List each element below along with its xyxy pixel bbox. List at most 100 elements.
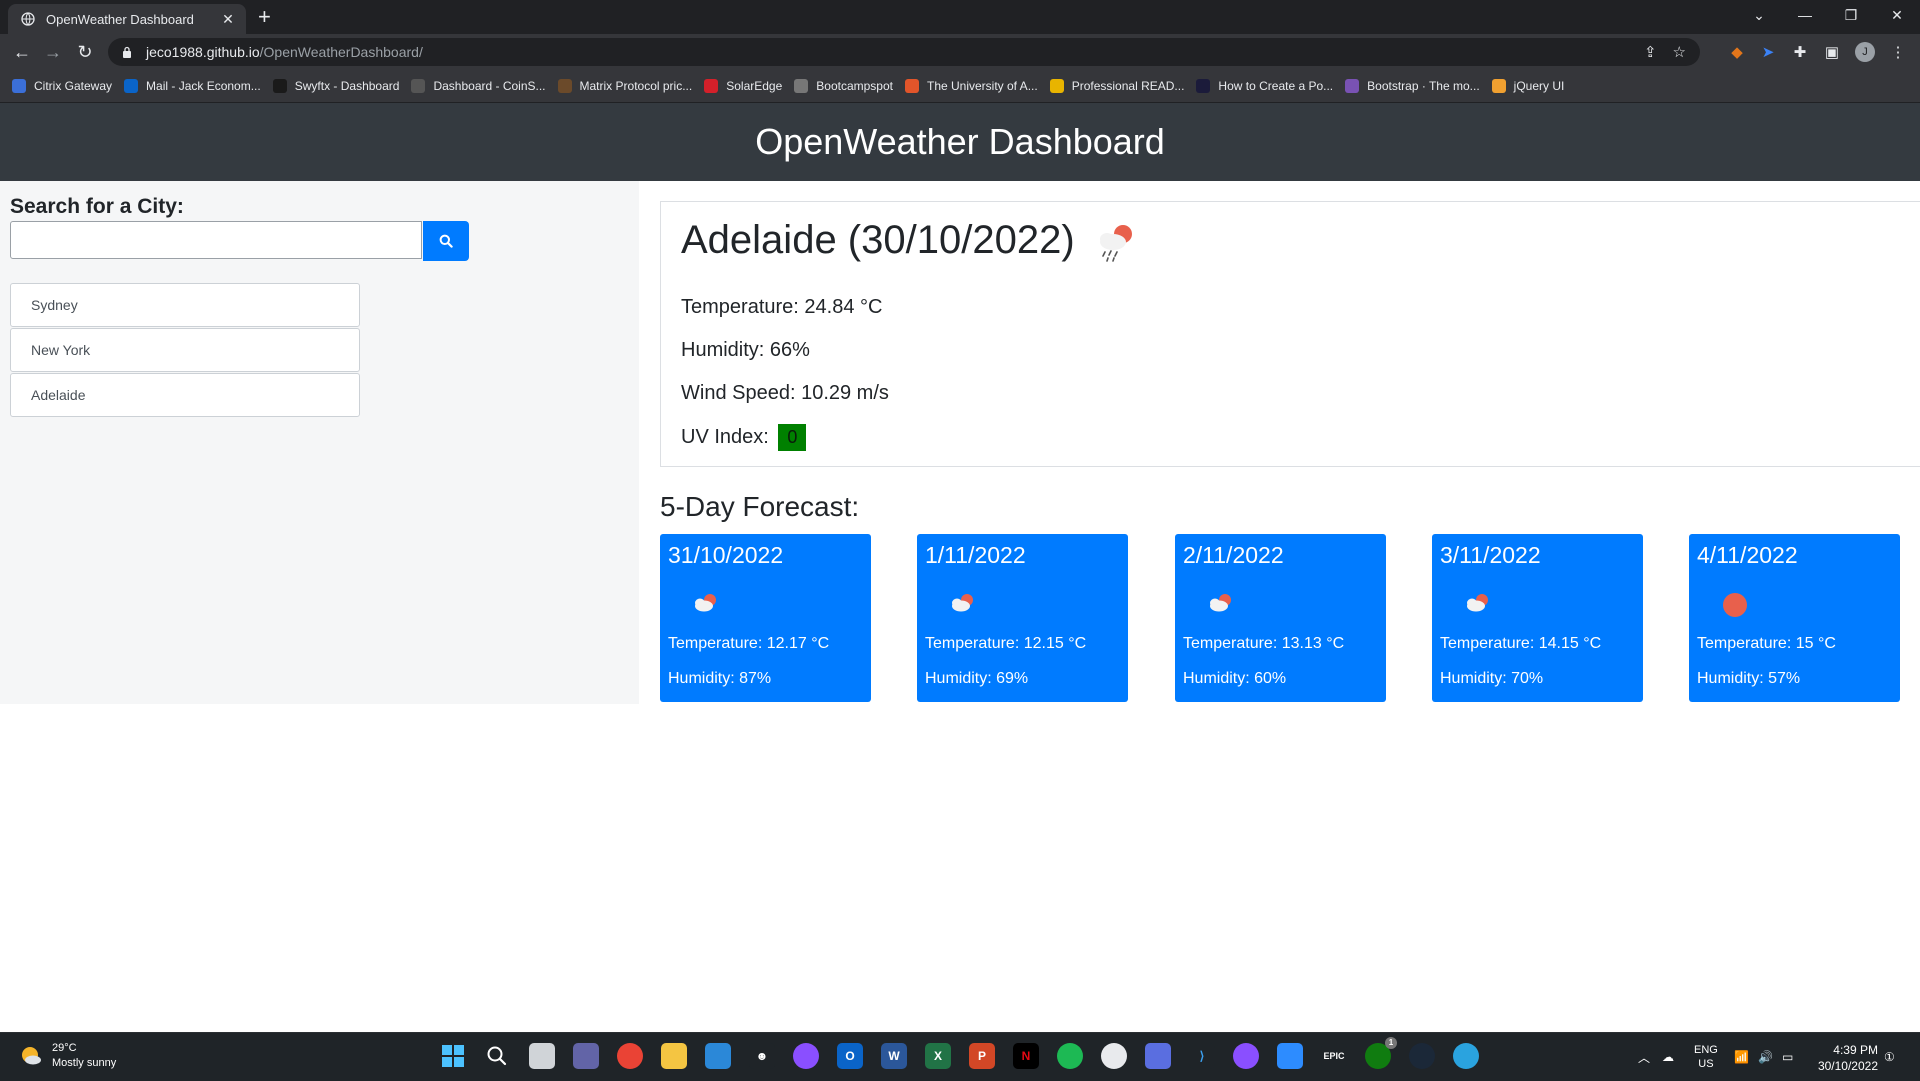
xbox-icon[interactable]: 1 — [1365, 1037, 1397, 1069]
taskbar-clock[interactable]: 4:39 PM 30/10/2022 — [1818, 1042, 1878, 1074]
zoom-icon[interactable] — [1277, 1043, 1303, 1069]
file-explorer-icon[interactable] — [661, 1043, 687, 1069]
spotify-icon[interactable] — [1057, 1043, 1083, 1069]
bookmark-item[interactable]: Dashboard - CoinS... — [411, 79, 546, 93]
extensions-puzzle-icon[interactable]: ✚ — [1790, 42, 1810, 62]
onedrive-icon[interactable]: ☁ — [1662, 1033, 1674, 1081]
current-wind-speed: Wind Speed: 10.29 m/s — [681, 382, 889, 404]
minimize-button[interactable]: — — [1782, 0, 1828, 30]
browser-menu-icon[interactable]: ⋮ — [1888, 42, 1908, 62]
bookmark-item[interactable]: The University of A... — [904, 79, 1038, 93]
bookmark-favicon-icon — [1491, 79, 1506, 93]
bookmark-favicon-icon — [272, 79, 287, 93]
forecast-date: 4/11/2022 — [1697, 542, 1798, 568]
forward-arrow-icon[interactable]: → — [41, 40, 65, 64]
forecast-card: 2/11/2022 Temperature: 13.13 °C Humidity… — [1175, 534, 1386, 702]
bookmark-item[interactable]: jQuery UI — [1491, 79, 1565, 93]
telegram-icon[interactable] — [1453, 1043, 1479, 1069]
close-window-button[interactable]: ✕ — [1874, 0, 1920, 30]
battery-icon[interactable]: ▭ — [1782, 1033, 1793, 1081]
address-bar[interactable]: jeco1988.github.io/OpenWeatherDashboard/… — [108, 38, 1700, 66]
vscode-icon[interactable]: ⟩ — [1189, 1043, 1215, 1069]
messenger-icon[interactable] — [793, 1043, 819, 1069]
bookmark-label: Citrix Gateway — [34, 79, 113, 93]
page-content: OpenWeather Dashboard Search for a City:… — [0, 103, 1920, 1032]
windows-start-icon[interactable] — [440, 1043, 466, 1069]
bookmark-item[interactable]: Swyftx - Dashboard — [272, 79, 399, 93]
share-icon[interactable]: ⇪ — [1644, 43, 1657, 61]
search-button[interactable] — [423, 221, 469, 261]
powerpoint-icon[interactable]: P — [969, 1043, 995, 1069]
metamask-extension-icon[interactable]: ◆ — [1727, 42, 1747, 62]
bookmark-item[interactable]: Matrix Protocol pric... — [557, 79, 692, 93]
microsoft-store-icon[interactable] — [705, 1043, 731, 1069]
weather-sun-cloud-icon — [22, 1047, 41, 1065]
url-host: jeco1988.github.io — [146, 44, 260, 60]
chrome-icon[interactable] — [617, 1043, 643, 1069]
input-language[interactable]: ENG US — [1694, 1033, 1718, 1081]
outlook-icon[interactable]: O — [837, 1043, 863, 1069]
profile-avatar[interactable]: J — [1855, 42, 1875, 62]
search-icon[interactable] — [484, 1043, 510, 1069]
xbox-notification-badge: 1 — [1385, 1037, 1397, 1049]
epic-games-icon[interactable]: EPIC — [1321, 1043, 1347, 1069]
extension-arrow-icon[interactable]: ➤ — [1758, 42, 1778, 62]
bookmark-label: Bootstrap · The mo... — [1367, 79, 1480, 93]
history-item-new-york[interactable]: New York — [10, 328, 360, 372]
browser-toolbar: ← → ↻ jeco1988.github.io/OpenWeatherDash… — [0, 34, 1920, 70]
forecast-humidity: Humidity: 69% — [925, 670, 1029, 687]
bookmark-item[interactable]: Bootstrap · The mo... — [1345, 79, 1480, 93]
bookmark-item[interactable]: SolarEdge — [704, 79, 782, 93]
forecast-date: 2/11/2022 — [1183, 542, 1284, 568]
dev-tool-icon[interactable] — [1145, 1043, 1171, 1069]
search-label: Search for a City: — [10, 195, 184, 218]
bookmark-favicon-icon — [12, 79, 26, 93]
bookmark-item[interactable]: How to Create a Po... — [1196, 79, 1333, 93]
tab-search-chevron-icon[interactable]: ⌄ — [1736, 0, 1782, 30]
uv-index-badge: 0 — [778, 424, 807, 451]
reload-icon[interactable]: ↻ — [73, 40, 97, 64]
wifi-icon[interactable]: 📶 — [1734, 1033, 1749, 1081]
bookmark-label: jQuery UI — [1513, 79, 1565, 93]
new-tab-button[interactable]: + — [258, 5, 271, 29]
volume-icon[interactable]: 🔊 — [1758, 1033, 1773, 1081]
netflix-icon[interactable]: N — [1013, 1043, 1039, 1069]
browser-tab[interactable]: OpenWeather Dashboard ✕ — [8, 4, 246, 34]
cloud-sun-icon — [1462, 589, 1494, 626]
notification-icon[interactable]: ① — [1884, 1033, 1895, 1081]
bookmark-star-icon[interactable]: ☆ — [1673, 43, 1686, 61]
bookmark-favicon-icon — [704, 79, 719, 93]
bookmark-item[interactable]: Professional READ... — [1049, 79, 1184, 93]
back-arrow-icon[interactable]: ← — [10, 40, 34, 64]
tray-overflow-chevron-icon[interactable]: ︿ — [1638, 1033, 1650, 1081]
bookmark-favicon-icon — [557, 79, 572, 93]
forecast-card: 4/11/2022 Temperature: 15 °C Humidity: 5… — [1689, 534, 1900, 702]
restore-button[interactable]: ❐ — [1828, 0, 1874, 30]
github-desktop-icon[interactable] — [1233, 1043, 1259, 1069]
city-search-input[interactable] — [10, 221, 422, 259]
forecast-temperature: Temperature: 15 °C — [1697, 635, 1836, 652]
side-panel-icon[interactable]: ▣ — [1822, 42, 1842, 62]
tab-close-icon[interactable]: ✕ — [218, 11, 238, 28]
taskbar-weather-widget[interactable]: 29°C Mostly sunny — [18, 1041, 116, 1071]
history-item-adelaide[interactable]: Adelaide — [10, 373, 360, 417]
task-view-icon[interactable] — [529, 1043, 555, 1069]
bookmark-label: SolarEdge — [726, 79, 783, 93]
history-item-sydney[interactable]: Sydney — [10, 283, 360, 327]
teams-chat-icon[interactable] — [573, 1043, 599, 1069]
bookmark-item[interactable]: Bootcampspot — [794, 79, 893, 93]
steam-icon[interactable] — [1409, 1043, 1435, 1069]
bookmark-label: Bootcampspot — [816, 79, 893, 93]
search-history-list: Sydney New York Adelaide — [10, 283, 360, 418]
browser-tab-bar: OpenWeather Dashboard ✕ + ⌄ — ❐ ✕ — [0, 0, 1920, 34]
bookmark-item[interactable]: Mail - Jack Econom... — [124, 79, 261, 93]
excel-icon[interactable]: X — [925, 1043, 951, 1069]
slack-icon[interactable] — [1101, 1043, 1127, 1069]
bookmark-item[interactable]: Citrix Gateway — [12, 79, 112, 93]
app-header: OpenWeather Dashboard — [0, 103, 1920, 181]
forecast-temperature: Temperature: 12.17 °C — [668, 635, 830, 652]
alienware-icon[interactable]: ☻ — [749, 1043, 775, 1069]
word-icon[interactable]: W — [881, 1043, 907, 1069]
taskbar-weather-desc: Mostly sunny — [52, 1057, 117, 1069]
forecast-humidity: Humidity: 60% — [1183, 670, 1287, 687]
